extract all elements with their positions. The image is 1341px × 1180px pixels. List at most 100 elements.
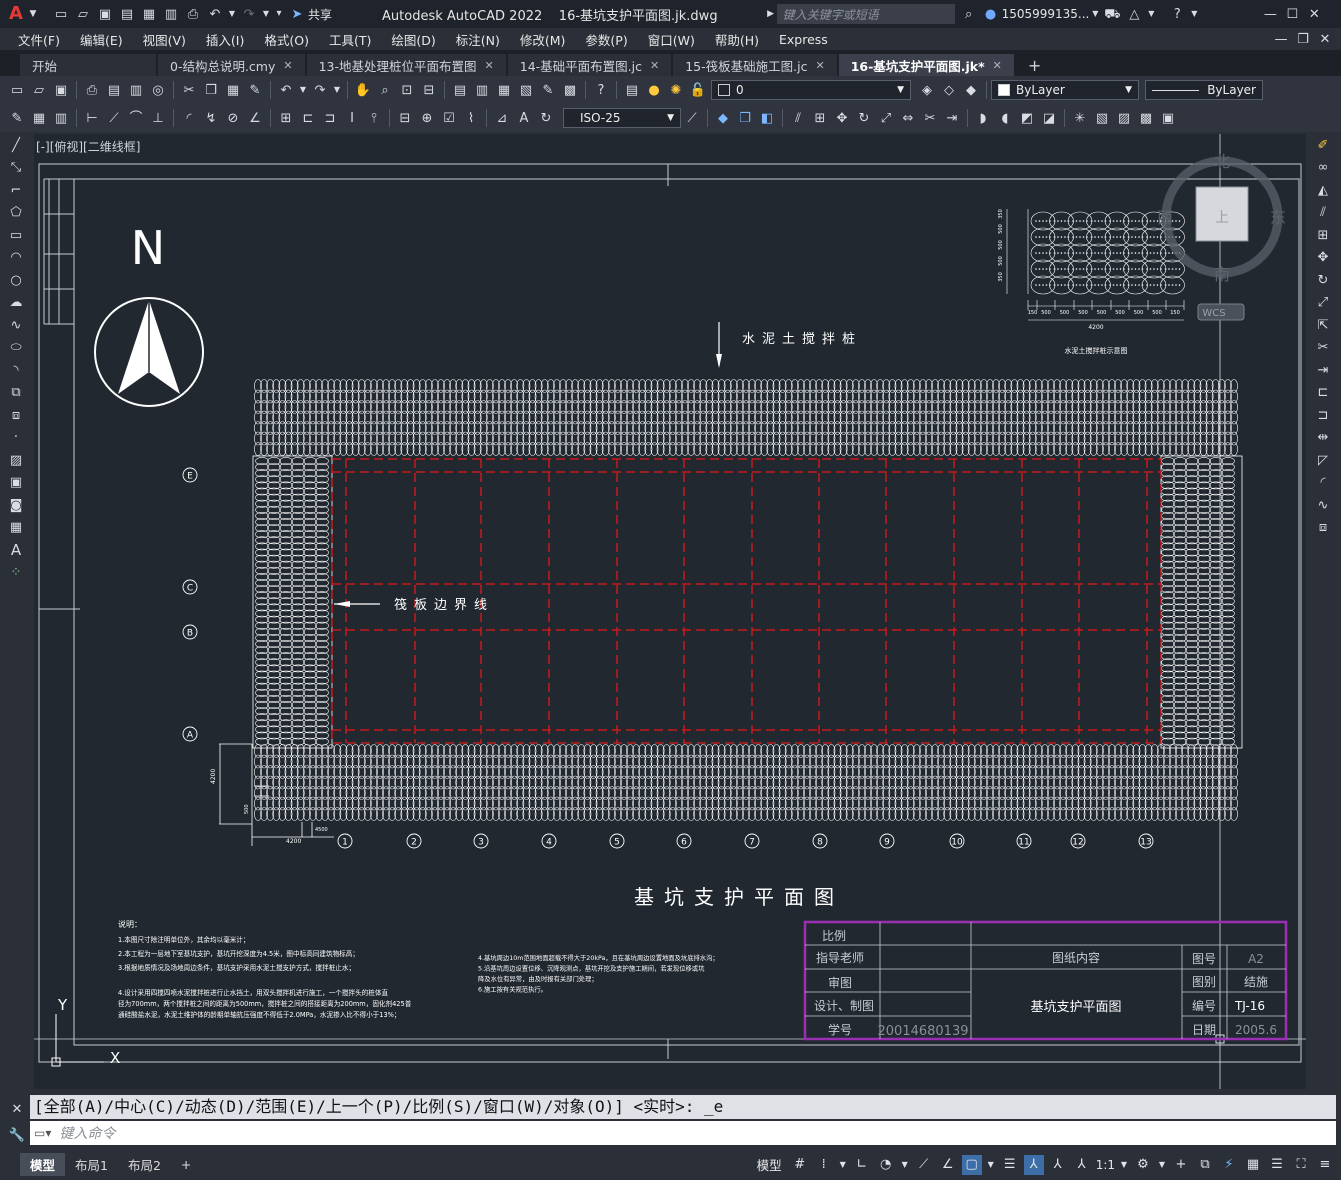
tab-start[interactable]: 开始: [20, 54, 156, 76]
workspace-gear-icon[interactable]: ⚙: [1133, 1155, 1153, 1175]
array-icon[interactable]: ⊞: [1313, 226, 1333, 246]
doc-restore-icon[interactable]: ❐: [1293, 29, 1313, 49]
snap-icon[interactable]: ⁞: [814, 1155, 834, 1175]
diameter-dim-icon[interactable]: ⊘: [223, 108, 243, 128]
aligned-dim-icon[interactable]: ⟋: [104, 108, 124, 128]
linear-dim-icon[interactable]: ⊢: [82, 108, 102, 128]
layout-tab-2[interactable]: 布局2: [118, 1153, 171, 1176]
tab-raft-foundation[interactable]: 15-筏板基础施工图.jc ✕: [673, 54, 837, 76]
undo-icon[interactable]: ↶: [276, 80, 296, 100]
tab-structure-notes[interactable]: 0-结构总说明.cmy ✕: [158, 54, 305, 76]
scale-icon[interactable]: ⤢: [876, 108, 896, 128]
share-button[interactable]: 共享: [308, 6, 332, 23]
help-dropdown-icon[interactable]: ▼: [1189, 4, 1199, 24]
copy-object-icon[interactable]: ❐: [735, 108, 755, 128]
sheet-icon[interactable]: ▥: [51, 108, 71, 128]
continue-dim-icon[interactable]: ⊐: [320, 108, 340, 128]
tab-foundation-layout[interactable]: 14-基础平面布置图.jc ✕: [507, 54, 672, 76]
join-icon[interactable]: ◖: [995, 108, 1015, 128]
menu-express[interactable]: Express: [769, 32, 838, 47]
search-expand-icon[interactable]: ▶: [766, 4, 776, 24]
close-icon[interactable]: ✕: [1304, 4, 1324, 24]
osnap-icon[interactable]: ▢: [961, 1154, 982, 1175]
trim-icon[interactable]: ✂: [920, 108, 940, 128]
export-icon[interactable]: ▥: [161, 4, 181, 24]
insert-block-icon[interactable]: ⧉: [6, 384, 26, 403]
maximize-icon[interactable]: ☐: [1282, 4, 1302, 24]
redo-icon[interactable]: ↷: [239, 4, 259, 24]
offset-icon[interactable]: ⫽: [788, 108, 808, 128]
status-menu-icon[interactable]: ≡: [1315, 1155, 1335, 1175]
angular-dim-icon[interactable]: ∠: [245, 108, 265, 128]
tab-close-icon[interactable]: ✕: [993, 59, 1002, 72]
tab-close-icon[interactable]: ✕: [650, 59, 659, 72]
dim-space-icon[interactable]: Ι: [342, 108, 362, 128]
drawing-viewport[interactable]: [-][俯视][二维线框] N 水泥土搅拌桩 筏板边界线 E C B A 1 2…: [34, 134, 1306, 1089]
layer-freeze-icon[interactable]: ✺: [666, 80, 686, 100]
print-icon[interactable]: ⎙: [183, 4, 203, 24]
workspace-dropdown-icon[interactable]: ▼: [1157, 1155, 1167, 1175]
explode-icon[interactable]: ⧈: [1313, 518, 1333, 538]
menu-help[interactable]: 帮助(H): [705, 30, 769, 49]
color-select[interactable]: ByLayer ▼: [991, 80, 1139, 100]
web-mobile-icon[interactable]: ▦: [139, 4, 159, 24]
customization-icon[interactable]: ☰: [1267, 1155, 1287, 1175]
grid-icon[interactable]: #: [790, 1155, 810, 1175]
clean-screen-icon[interactable]: ▦: [1243, 1155, 1263, 1175]
spline-icon[interactable]: ∿: [6, 316, 26, 335]
copy-icon[interactable]: ❐: [201, 80, 221, 100]
new-tab-button[interactable]: +: [1016, 54, 1053, 76]
add-icon[interactable]: +: [1171, 1155, 1191, 1175]
menu-parametric[interactable]: 参数(P): [575, 30, 637, 49]
command-prompt-icon[interactable]: ▭▾: [34, 1126, 51, 1140]
line-icon[interactable]: ╱: [6, 136, 26, 155]
break-icon[interactable]: ◗: [973, 108, 993, 128]
layer-select[interactable]: 0 ▼: [711, 80, 911, 100]
markup-icon[interactable]: ✎: [7, 108, 27, 128]
table-icon[interactable]: ▦: [29, 108, 49, 128]
move-icon[interactable]: ✥: [1313, 248, 1333, 268]
explode-icon[interactable]: ✳: [1070, 108, 1090, 128]
group-icon[interactable]: ▣: [1158, 108, 1178, 128]
copy-icon[interactable]: ∞: [1313, 158, 1333, 178]
publish-icon[interactable]: ▥: [126, 80, 146, 100]
radius-dim-icon[interactable]: ◜: [179, 108, 199, 128]
redo-dropdown-icon[interactable]: ▼: [261, 4, 271, 24]
help-icon[interactable]: ?: [1167, 4, 1187, 24]
add-selected-icon[interactable]: ⁘: [6, 564, 26, 583]
paste-icon[interactable]: ▦: [223, 80, 243, 100]
multiline-text-icon[interactable]: A: [6, 541, 26, 560]
layer-state-icon[interactable]: ◆: [961, 80, 981, 100]
extend-icon[interactable]: ⇥: [1313, 361, 1333, 381]
search-input[interactable]: 键入关键字或短语: [776, 4, 955, 24]
gradient-icon[interactable]: ▣: [6, 474, 26, 493]
ortho-icon[interactable]: ∟: [852, 1155, 872, 1175]
tab-close-icon[interactable]: ✕: [815, 59, 824, 72]
fullscreen-icon[interactable]: ⛶: [1291, 1155, 1311, 1175]
autodesk-app-icon[interactable]: △: [1124, 4, 1144, 24]
break-at-point-icon[interactable]: ⊏: [1313, 383, 1333, 403]
3d-dwf-icon[interactable]: ◎: [148, 80, 168, 100]
scale-icon[interactable]: ⤢: [1313, 293, 1333, 313]
blend-curves-icon[interactable]: ∿: [1313, 496, 1333, 516]
zoom-previous-icon[interactable]: ⊟: [419, 80, 439, 100]
quick-dim-icon[interactable]: ⊞: [276, 108, 296, 128]
region-icon[interactable]: ◙: [6, 496, 26, 515]
rotate-icon[interactable]: ↻: [854, 108, 874, 128]
undo-dropdown-icon[interactable]: ▼: [298, 80, 308, 100]
user-dropdown-icon[interactable]: ▼: [1090, 4, 1100, 24]
layer-lock-icon[interactable]: 🔓: [688, 80, 708, 100]
calculator-icon[interactable]: ▩: [560, 80, 580, 100]
hatch-icon[interactable]: ▨: [6, 451, 26, 470]
plot-preview-icon[interactable]: ▤: [104, 80, 124, 100]
annotation-autoscale-icon[interactable]: ⅄: [1048, 1155, 1068, 1175]
ordinate-dim-icon[interactable]: ⊥: [148, 108, 168, 128]
tab-close-icon[interactable]: ✕: [485, 59, 494, 72]
point-icon[interactable]: ·: [6, 429, 26, 448]
user-icon[interactable]: ●: [981, 4, 1001, 24]
viewcube-wcs[interactable]: WCS: [1202, 308, 1225, 319]
dim-text-edit-icon[interactable]: A: [514, 108, 534, 128]
minimize-icon[interactable]: —: [1260, 4, 1280, 24]
viewcube-east[interactable]: 东: [1270, 208, 1286, 227]
erase-icon[interactable]: ◆: [713, 108, 733, 128]
